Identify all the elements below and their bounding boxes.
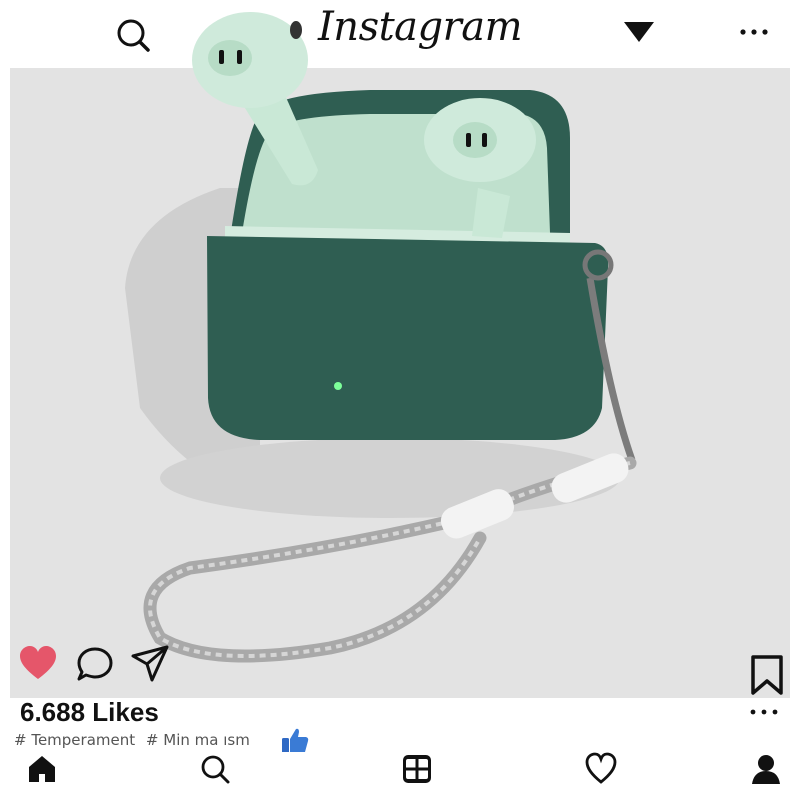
add-post-icon[interactable]: [400, 752, 434, 786]
hashtag-link[interactable]: # Min ma ısm: [146, 731, 250, 749]
bookmark-icon[interactable]: [750, 654, 784, 696]
hashtags: # Temperament # Min ma ısm: [14, 731, 256, 749]
earbuds-case-illustration: [125, 90, 637, 663]
more-horizontal-icon[interactable]: [748, 707, 780, 717]
dropdown-triangle-icon[interactable]: [622, 20, 656, 44]
top-bar: Instagram: [0, 0, 800, 68]
bottom-navigation: [0, 752, 800, 800]
more-horizontal-icon[interactable]: [738, 26, 770, 38]
search-icon[interactable]: [198, 752, 232, 786]
comment-icon[interactable]: [76, 646, 114, 682]
heart-icon[interactable]: [18, 645, 58, 681]
likes-count[interactable]: 6.688 Likes: [20, 697, 159, 728]
activity-heart-icon[interactable]: [584, 752, 618, 786]
send-icon[interactable]: [130, 644, 170, 682]
instagram-logo: Instagram: [318, 4, 523, 50]
hashtag-link[interactable]: # Temperament: [14, 731, 135, 749]
home-icon[interactable]: [25, 752, 59, 786]
post-image[interactable]: [10, 68, 790, 698]
profile-icon[interactable]: [749, 752, 783, 786]
search-icon[interactable]: [114, 16, 152, 54]
